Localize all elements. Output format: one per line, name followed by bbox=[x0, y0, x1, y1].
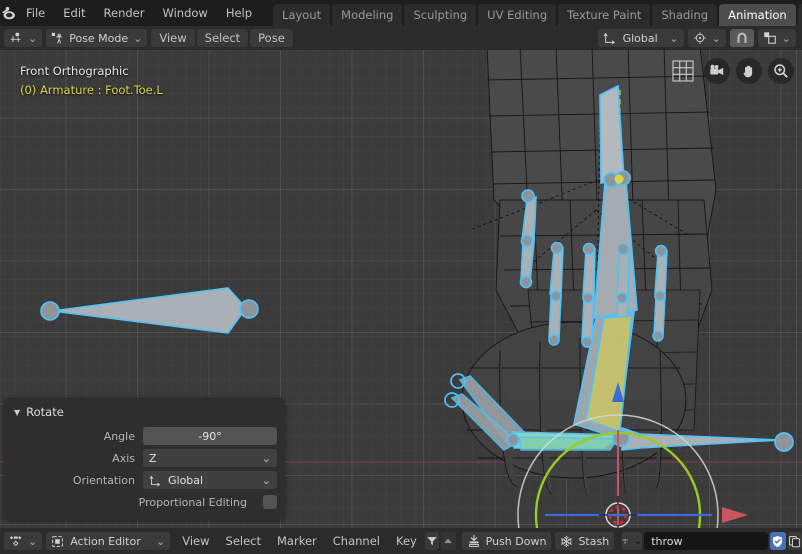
transform-orientation-icon bbox=[603, 33, 615, 45]
stash-label: Stash bbox=[578, 534, 610, 548]
proportional-editing-toggle[interactable]: ⌄ bbox=[757, 29, 796, 47]
dopesheet-menu-marker[interactable]: Marker bbox=[269, 532, 325, 550]
new-copy-icon bbox=[789, 535, 801, 547]
tab-rendering[interactable]: Rendering bbox=[797, 4, 802, 26]
menu-edit[interactable]: Edit bbox=[54, 0, 94, 26]
dopesheet-mode-label: Action Editor bbox=[70, 534, 141, 548]
action-editor-icon bbox=[52, 535, 64, 547]
snap-toggle[interactable] bbox=[729, 29, 754, 47]
operator-redo-panel[interactable]: ▼ Rotate Angle -90° Axis Z ⌄ Orientation bbox=[4, 398, 285, 520]
dope-sheet-icon bbox=[9, 536, 22, 547]
proportional-editing-icon bbox=[764, 32, 776, 44]
proportional-editing-checkbox[interactable] bbox=[263, 495, 277, 509]
magnet-snap-icon bbox=[737, 32, 747, 43]
axis-gizmo-icon[interactable] bbox=[668, 56, 698, 86]
snowflake-stash-icon bbox=[561, 535, 573, 547]
pivot-point-icon bbox=[693, 32, 706, 44]
dopesheet-menu-view[interactable]: View bbox=[174, 532, 217, 550]
dope-sheet-header: ⌄ Action Editor ⌄ View Select Marker Cha… bbox=[0, 528, 802, 554]
orientation-label: Global bbox=[622, 31, 658, 45]
operator-row-orientation: Orientation Global ⌄ bbox=[12, 471, 277, 489]
pan-hand-icon[interactable] bbox=[736, 58, 762, 84]
operator-row-axis: Axis Z ⌄ bbox=[12, 449, 277, 467]
transform-orientation-icon bbox=[149, 474, 162, 487]
camera-view-icon[interactable] bbox=[704, 58, 730, 84]
blender-logo-icon[interactable] bbox=[0, 0, 17, 26]
viewport-header: ⌄ Pose Mode ⌄ View Select Pose Global ⌄ bbox=[0, 26, 802, 50]
tab-sculpting[interactable]: Sculpting bbox=[404, 4, 477, 26]
tab-shading[interactable]: Shading bbox=[652, 4, 718, 26]
stash-button[interactable]: Stash bbox=[555, 532, 615, 550]
workspace-tabs: Layout Modeling Sculpting UV Editing Tex… bbox=[273, 0, 802, 26]
dopesheet-mode-selector[interactable]: Action Editor ⌄ bbox=[46, 532, 171, 550]
push-down-icon bbox=[468, 534, 479, 547]
mode-label: Pose Mode bbox=[69, 31, 129, 45]
zoom-magnifier-icon[interactable] bbox=[768, 58, 794, 84]
menu-file[interactable]: File bbox=[17, 0, 54, 26]
triangle-up-icon[interactable] bbox=[441, 532, 456, 550]
push-down-button[interactable]: Push Down bbox=[461, 532, 552, 550]
viewport-3d[interactable]: Front Orthographic (0) Armature : Foot.T… bbox=[0, 50, 802, 528]
axis-value: Z bbox=[149, 451, 157, 465]
axis-label: Axis bbox=[112, 451, 135, 465]
menu-render[interactable]: Render bbox=[95, 0, 154, 26]
viewport-menu-select[interactable]: Select bbox=[196, 29, 249, 47]
action-browse-icon[interactable]: ⌄ bbox=[622, 532, 643, 550]
viewport-menu-pose[interactable]: Pose bbox=[250, 29, 293, 47]
tab-animation[interactable]: Animation bbox=[719, 4, 796, 26]
operator-panel-title: Rotate bbox=[26, 405, 64, 419]
viewport-info-overlay: Front Orthographic (0) Armature : Foot.T… bbox=[20, 62, 163, 100]
orientation-select[interactable]: Global ⌄ bbox=[143, 471, 277, 489]
action-name-field[interactable]: throw bbox=[644, 532, 768, 550]
menu-window[interactable]: Window bbox=[153, 0, 216, 26]
pivot-point-selector[interactable]: ⌄ bbox=[687, 29, 726, 47]
proportional-editing-label: Proportional Editing bbox=[138, 495, 247, 509]
orientation-value: Global bbox=[168, 473, 204, 487]
axis-select[interactable]: Z ⌄ bbox=[143, 449, 277, 467]
blender-window: File Edit Render Window Help Layout Mode… bbox=[0, 0, 802, 554]
transform-orientation-selector[interactable]: Global ⌄ bbox=[597, 29, 684, 47]
pose-mode-icon bbox=[52, 32, 63, 43]
operator-panel-header[interactable]: ▼ Rotate bbox=[12, 404, 277, 427]
tab-texture-paint[interactable]: Texture Paint bbox=[558, 4, 651, 26]
dopesheet-editor-type-selector[interactable]: ⌄ bbox=[4, 532, 43, 550]
tab-modeling[interactable]: Modeling bbox=[332, 4, 403, 26]
filter-funnel-icon[interactable] bbox=[424, 532, 440, 550]
tab-layout[interactable]: Layout bbox=[273, 4, 331, 26]
dopesheet-menu-channel[interactable]: Channel bbox=[325, 532, 388, 550]
fake-user-toggle[interactable] bbox=[769, 532, 786, 550]
bone-isolated-left bbox=[40, 287, 259, 334]
dopesheet-menu-key[interactable]: Key bbox=[388, 532, 425, 550]
top-bar: File Edit Render Window Help Layout Mode… bbox=[0, 0, 802, 26]
angle-label: Angle bbox=[103, 429, 135, 443]
orientation-label: Orientation bbox=[72, 473, 135, 487]
triangle-down-icon: ▼ bbox=[14, 407, 21, 417]
active-object-label: (0) Armature : Foot.Toe.L bbox=[20, 83, 163, 97]
view-name-label: Front Orthographic bbox=[20, 64, 129, 78]
new-action-copy-button[interactable] bbox=[787, 532, 802, 550]
push-down-label: Push Down bbox=[485, 534, 547, 548]
chevron-down-icon: ⌄ bbox=[261, 451, 271, 465]
shield-fake-user-icon bbox=[773, 535, 783, 547]
viewport-nav-gizmos bbox=[668, 56, 794, 86]
interaction-mode-selector[interactable]: Pose Mode ⌄ bbox=[46, 29, 148, 47]
editor-type-selector[interactable]: ⌄ bbox=[4, 29, 43, 47]
operator-row-angle: Angle -90° bbox=[12, 427, 277, 445]
viewport-menu-view[interactable]: View bbox=[151, 29, 195, 47]
dopesheet-menu-select[interactable]: Select bbox=[218, 532, 269, 550]
tab-uv-editing[interactable]: UV Editing bbox=[478, 4, 557, 26]
angle-field[interactable]: -90° bbox=[143, 427, 277, 445]
viewport-3d-icon bbox=[10, 32, 21, 42]
chevron-down-icon: ⌄ bbox=[261, 473, 271, 487]
operator-row-proportional: Proportional Editing bbox=[12, 493, 277, 511]
menu-help[interactable]: Help bbox=[217, 0, 261, 26]
